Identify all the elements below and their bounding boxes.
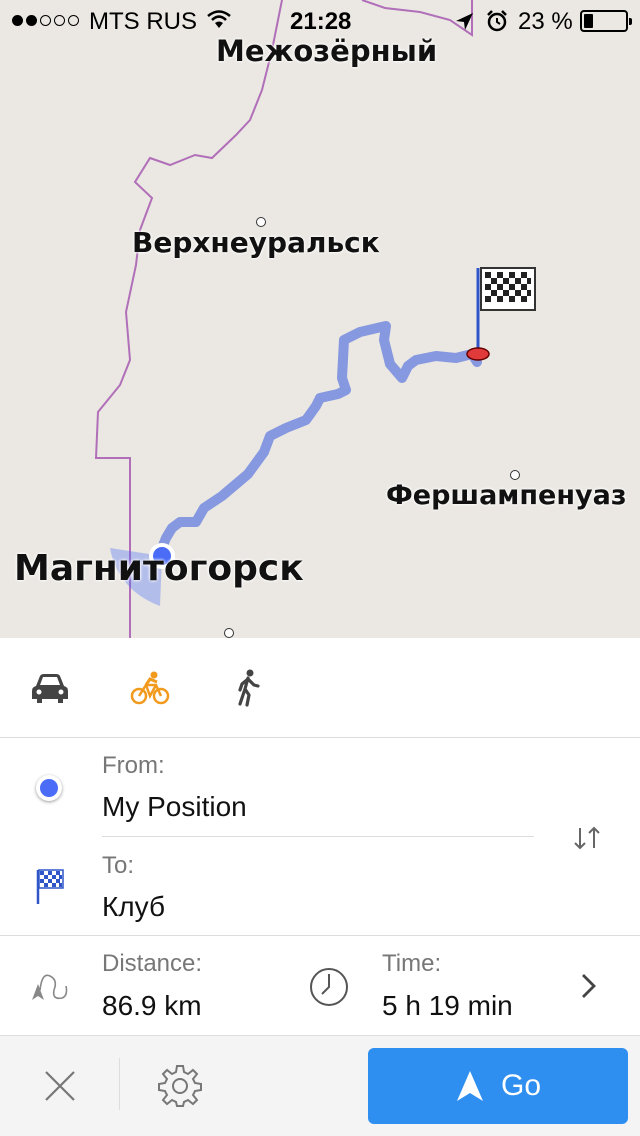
route-line xyxy=(157,321,482,553)
bicycle-icon xyxy=(130,671,170,705)
status-bar: MTS RUS 21:28 23 % xyxy=(0,0,640,40)
battery-icon xyxy=(580,10,632,32)
mode-bicycle-button[interactable] xyxy=(128,666,172,710)
map-view[interactable]: Межозёрный Верхнеуральск Фершампенуаз Ма… xyxy=(0,0,640,640)
go-button[interactable]: Go xyxy=(368,1048,628,1124)
divider xyxy=(102,836,534,837)
bottom-divider xyxy=(119,1058,120,1110)
bottom-action-bar: Go xyxy=(0,1036,640,1136)
close-icon[interactable] xyxy=(42,1068,78,1104)
time-label: Time: xyxy=(382,950,442,977)
gear-icon[interactable] xyxy=(158,1064,202,1108)
go-button-label: Go xyxy=(500,1069,542,1102)
route-endpoints: From: My Position To: Клуб xyxy=(0,738,640,936)
wifi-icon xyxy=(207,10,231,28)
destination-flag-icon xyxy=(36,869,64,904)
swap-icon[interactable] xyxy=(570,824,604,852)
alarm-icon xyxy=(487,10,507,32)
route-panel: From: My Position To: Клуб Distance: 86.… xyxy=(0,638,640,1136)
carrier-name: MTS RUS xyxy=(89,8,197,35)
to-label: To: xyxy=(102,852,135,879)
to-field[interactable]: Клуб xyxy=(102,891,165,923)
battery-percent: 23 % xyxy=(518,8,573,35)
region-border-west xyxy=(94,0,283,640)
from-label: From: xyxy=(102,752,165,779)
city-label-verkhneuralsk: Верхнеуральск xyxy=(132,226,380,259)
time-value: 5 h 19 min xyxy=(382,990,513,1021)
location-arrow-icon xyxy=(456,13,473,30)
clock: 21:28 xyxy=(290,8,352,35)
city-label-fershampenuaz: Фершампенуаз xyxy=(386,480,627,511)
clock-icon xyxy=(310,968,348,1006)
destination-pin-base xyxy=(466,347,490,361)
map-canvas xyxy=(94,0,536,640)
chevron-right-icon[interactable] xyxy=(578,972,598,1000)
mode-car-button[interactable] xyxy=(28,666,72,710)
from-field[interactable]: My Position xyxy=(102,791,247,823)
transport-mode-bar xyxy=(0,638,640,738)
mode-walk-button[interactable] xyxy=(226,666,270,710)
distance-label: Distance: xyxy=(102,950,203,977)
distance-value: 86.9 km xyxy=(102,990,202,1021)
city-dot-south xyxy=(224,628,234,638)
route-summary[interactable]: Distance: 86.9 km Time: 5 h 19 min xyxy=(0,936,640,1036)
navigation-arrow-icon xyxy=(456,1071,483,1101)
from-location-icon xyxy=(36,775,62,801)
city-dot-fershampenuaz xyxy=(510,470,520,480)
signal-strength-icon xyxy=(12,15,79,26)
car-icon xyxy=(32,674,68,703)
city-label-magnitogorsk: Магнитогорск xyxy=(14,548,304,589)
walk-icon xyxy=(238,669,260,707)
distance-icon xyxy=(32,974,68,1000)
